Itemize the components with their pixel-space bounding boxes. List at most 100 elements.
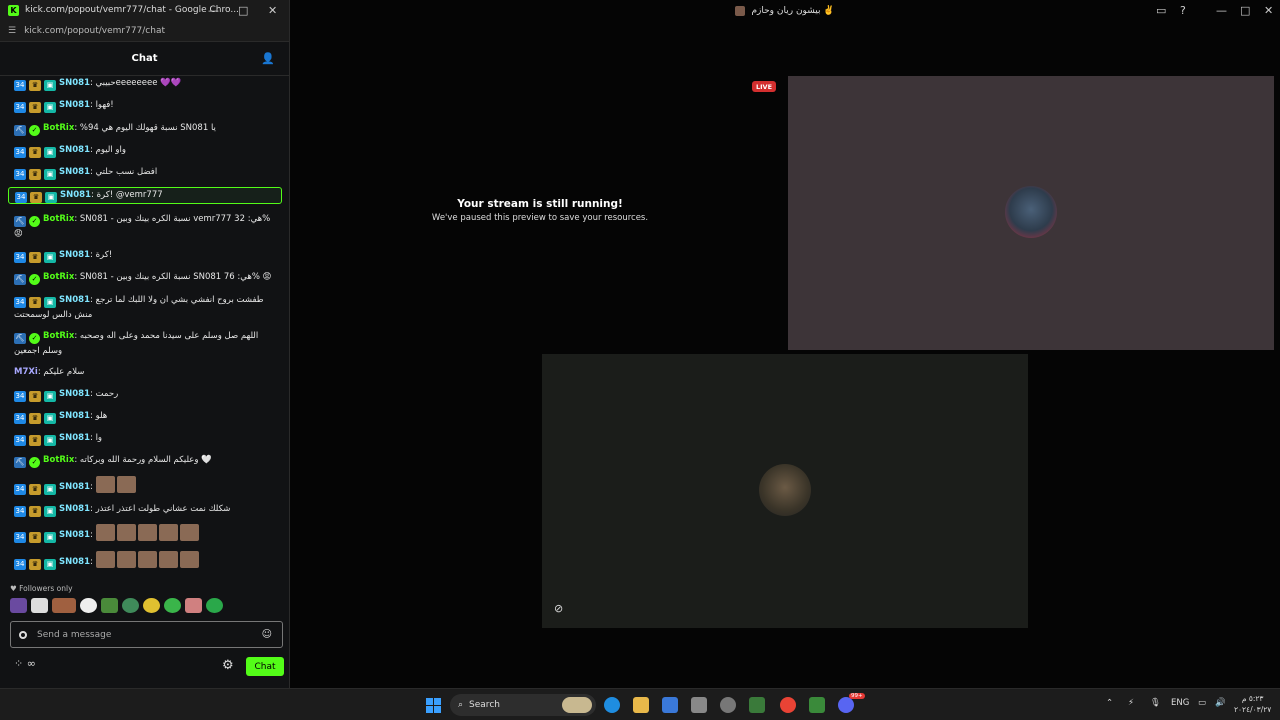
crown-badge-icon[interactable]: ♛ [29, 532, 41, 544]
site-info-icon[interactable]: ☰ [8, 26, 16, 36]
user-list-icon[interactable]: 👤 [261, 52, 275, 65]
bot-badge-icon[interactable]: ⛏ [14, 215, 26, 227]
clock[interactable]: ٥:٢٣ م ٢٠٢٤/٠٣/٢٧ [1234, 693, 1271, 715]
chat-message[interactable]: 34 ♛ ▣ SN081: كرة! @vemr777 [8, 187, 282, 205]
crown-badge-icon[interactable]: ♛ [29, 296, 41, 308]
verified-badge-icon[interactable]: ✓ [29, 274, 40, 286]
subscriber-badge-icon[interactable]: ▣ [45, 192, 57, 204]
sub-months-badge[interactable]: 34 [14, 558, 26, 570]
chat-message[interactable]: ⛏ ✓ BotRix: %نسبة قهولك اليوم هي 94 SN081 … [8, 121, 282, 136]
emote-button[interactable] [80, 598, 97, 613]
close-icon[interactable]: ✕ [1264, 4, 1273, 17]
chat-username[interactable]: SN081 [59, 78, 90, 88]
chat-emote[interactable] [137, 524, 157, 542]
minimize-icon[interactable]: — [208, 4, 219, 17]
chat-message[interactable]: M7Xi: سلام عليكم [8, 365, 282, 379]
volume-icon[interactable]: 🔊 [1215, 698, 1226, 708]
address-bar[interactable]: ☰ kick.com/popout/vemr777/chat [0, 20, 289, 42]
sub-months-badge[interactable]: 34 [14, 102, 26, 114]
sub-months-badge[interactable]: 34 [14, 390, 26, 402]
emote-button[interactable] [185, 598, 202, 613]
subscriber-badge-icon[interactable]: ▣ [44, 252, 56, 264]
crown-badge-icon[interactable]: ♛ [29, 252, 41, 264]
chat-emote[interactable] [179, 550, 199, 568]
chat-username[interactable]: SN081 [59, 411, 90, 421]
help-icon[interactable]: ? [1180, 4, 1186, 17]
crown-badge-icon[interactable]: ♛ [29, 435, 41, 447]
chat-message[interactable]: 34 ♛ ▣ SN081: شكلك نمت عشاني طولت اعتذر اعت… [8, 502, 282, 518]
sub-months-badge[interactable]: 34 [14, 483, 26, 495]
chat-emote[interactable] [116, 524, 136, 542]
sub-months-badge[interactable]: 34 [14, 506, 26, 518]
subscriber-badge-icon[interactable]: ▣ [44, 80, 56, 91]
chat-emote[interactable] [158, 524, 178, 542]
sub-months-badge[interactable]: 34 [14, 412, 26, 424]
emote-button[interactable] [122, 598, 139, 613]
chat-emote[interactable] [116, 475, 136, 493]
chat-emote[interactable] [95, 550, 115, 568]
gear-icon[interactable]: ⚙ [222, 658, 234, 673]
crown-badge-icon[interactable]: ♛ [29, 483, 41, 495]
chat-emote[interactable] [179, 524, 199, 542]
chat-message[interactable]: 34 ♛ ▣ SN081: [8, 524, 282, 544]
subscriber-badge-icon[interactable]: ▣ [44, 169, 56, 181]
emote-button[interactable] [206, 598, 223, 613]
subscriber-badge-icon[interactable]: ▣ [44, 506, 56, 518]
emote-button[interactable] [143, 598, 160, 613]
network-icon[interactable]: ⚡ [1128, 698, 1134, 708]
chat-message[interactable]: 34 ♛ ▣ SN081: فهوا! [8, 98, 282, 114]
sub-months-badge[interactable]: 34 [14, 532, 26, 544]
sub-months-badge[interactable]: 34 [14, 435, 26, 447]
screen-icon[interactable]: ▭ [1156, 4, 1166, 17]
infinity-icon[interactable]: ∞ [27, 657, 36, 670]
windows-start-icon[interactable] [426, 698, 441, 713]
chat-username[interactable]: BotRix [43, 331, 74, 341]
maximize-icon[interactable]: □ [1240, 4, 1250, 17]
chat-username[interactable]: SN081 [59, 557, 90, 567]
verified-badge-icon[interactable]: ✓ [29, 457, 40, 469]
chat-username[interactable]: BotRix [43, 123, 74, 133]
subscriber-badge-icon[interactable]: ▣ [44, 558, 56, 570]
chat-username[interactable]: SN081 [59, 167, 90, 177]
close-icon[interactable]: ✕ [268, 4, 277, 17]
bot-badge-icon[interactable]: ⛏ [14, 457, 26, 469]
app-icon[interactable] [749, 697, 765, 713]
chat-username[interactable]: SN081 [59, 504, 90, 514]
chat-options-icon[interactable]: ⁘ [14, 657, 23, 670]
crown-badge-icon[interactable]: ♛ [29, 102, 41, 114]
sub-months-badge[interactable]: 34 [14, 252, 26, 264]
crown-badge-icon[interactable]: ♛ [30, 192, 42, 204]
store-icon[interactable] [662, 697, 678, 713]
app-icon[interactable] [720, 697, 736, 713]
maximize-icon[interactable]: □ [238, 4, 248, 17]
emoji-picker-icon[interactable]: ☺ [262, 629, 272, 640]
chat-message[interactable]: 34 ♛ ▣ SN081: رحمت [8, 387, 282, 402]
discord-icon[interactable] [838, 697, 854, 713]
subscriber-badge-icon[interactable]: ▣ [44, 102, 56, 114]
chat-username[interactable]: SN081 [59, 145, 90, 155]
chat-message[interactable]: 34 ♛ ▣ SN081: [8, 550, 282, 570]
tray-chevron-icon[interactable]: ⌃ [1106, 698, 1113, 708]
chat-username[interactable]: SN081 [59, 433, 90, 443]
chat-message[interactable]: 34 ♛ ▣ SN081: هلو [8, 409, 282, 424]
subscriber-badge-icon[interactable]: ▣ [44, 532, 56, 544]
chat-message[interactable]: 34 ♛ ▣ SN081: طفشت بروح انفشي بشي ان ولا ال… [8, 293, 282, 322]
chat-message[interactable]: 34 ♛ ▣ SN081: كرة! [8, 248, 282, 264]
chat-message[interactable]: 34 ♛ ▣ SN081: وا [8, 431, 282, 447]
emote-button[interactable] [52, 598, 76, 613]
chat-username[interactable]: SN081 [59, 100, 90, 110]
chat-username[interactable]: SN081 [60, 190, 91, 200]
verified-badge-icon[interactable]: ✓ [29, 215, 40, 227]
emote-button[interactable] [164, 598, 181, 613]
verified-badge-icon[interactable]: ✓ [29, 332, 40, 344]
chat-username[interactable]: BotRix [43, 455, 74, 465]
app-icon[interactable] [809, 697, 825, 713]
chat-message[interactable]: 34 ♛ ▣ SN081: [8, 475, 282, 495]
chat-username[interactable]: SN081 [59, 482, 90, 492]
chat-emote[interactable] [158, 550, 178, 568]
subscriber-badge-icon[interactable]: ▣ [44, 146, 56, 158]
chat-emote[interactable] [116, 550, 136, 568]
crown-badge-icon[interactable]: ♛ [29, 390, 41, 402]
app-icon[interactable] [691, 697, 707, 713]
bot-badge-icon[interactable]: ⛏ [14, 332, 26, 344]
